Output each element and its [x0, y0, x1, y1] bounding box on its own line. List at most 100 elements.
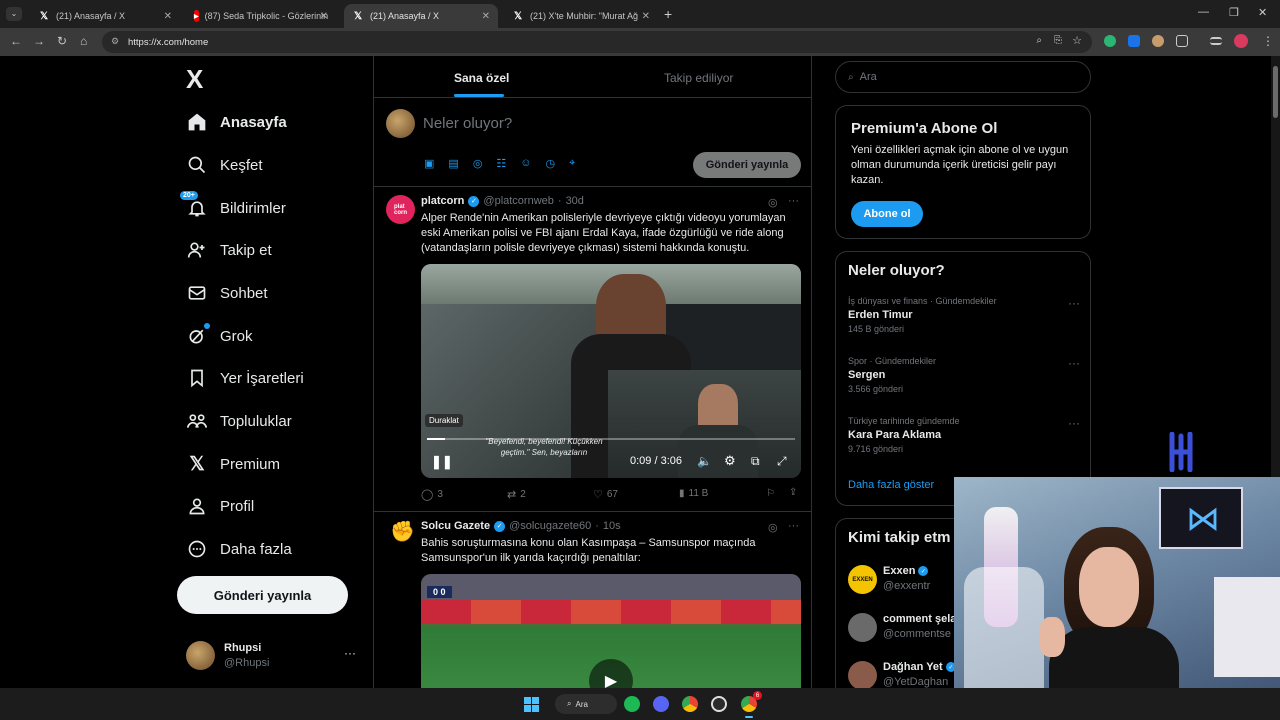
new-tab-icon[interactable]: + — [664, 6, 672, 22]
share-icon[interactable]: ⇪ — [789, 487, 797, 498]
like-button[interactable]: ♡ 67 — [593, 488, 618, 501]
taskbar-search[interactable]: ⌕ Ara — [555, 694, 617, 714]
grok-icon[interactable]: ◎ — [768, 521, 778, 534]
zoom-icon[interactable]: ⌕ — [1036, 35, 1042, 46]
video-player[interactable]: Duraklat "Beyefendi, beyefendi! Küçükken… — [421, 264, 801, 478]
spotify-icon[interactable] — [624, 696, 640, 712]
nav-item-grok[interactable]: Grok — [186, 321, 253, 351]
location-icon[interactable]: ⌖ — [569, 157, 575, 170]
nav-item-bookmarks[interactable]: Yer İşaretleri — [186, 363, 304, 393]
subscribe-button[interactable]: Abone ol — [851, 201, 923, 227]
nav-item-more[interactable]: Daha fazla — [186, 534, 292, 564]
tweet-author[interactable]: platcorn — [421, 195, 464, 207]
views-button[interactable]: ▮ 11 B — [679, 488, 708, 499]
minimize-icon[interactable]: — — [1198, 6, 1209, 18]
trend-item[interactable]: Türkiye tarihinde gündemde Kara Para Akl… — [848, 416, 1080, 462]
discord-icon[interactable] — [653, 696, 669, 712]
more-options-icon[interactable]: ··· — [1068, 356, 1080, 370]
video-progress-track[interactable] — [427, 438, 795, 440]
grok-icon[interactable]: ◎ — [473, 157, 483, 170]
bookmark-icon[interactable]: ⚐ — [766, 488, 775, 499]
grok-icon[interactable]: ◎ — [768, 196, 778, 209]
menu-icon[interactable]: ⋮ — [1262, 34, 1274, 48]
more-options-icon[interactable]: ··· — [788, 195, 799, 207]
show-more-link[interactable]: Daha fazla göster — [848, 479, 934, 491]
tab-for-you[interactable]: Sana özel — [454, 71, 509, 85]
media-icon[interactable] — [1210, 37, 1222, 45]
trend-item[interactable]: İş dünyası ve finans · Gündemdekiler Erd… — [848, 296, 1080, 342]
close-tab-icon[interactable]: ✕ — [642, 11, 650, 22]
tweet-time[interactable]: 30d — [566, 195, 584, 207]
tweet[interactable]: ✊ Solcu Gazete ✓ @solcugazete60 · 10s ◎ … — [374, 513, 811, 688]
browser-tab[interactable]: 𝕏 (21) Anasayfa / X ✕ — [30, 4, 180, 28]
translate-icon[interactable] — [1128, 35, 1140, 47]
nav-item-notifications[interactable]: 20+ Bildirimler — [180, 191, 286, 223]
mute-icon[interactable]: 🔈 — [697, 454, 712, 468]
schedule-icon[interactable]: ◷ — [546, 157, 556, 170]
star-icon[interactable]: ☆ — [1072, 34, 1082, 47]
settings-icon[interactable]: ⚙ — [724, 453, 736, 469]
search-input[interactable]: ⌕ Ara — [835, 61, 1091, 93]
back-icon[interactable]: ← — [10, 34, 22, 48]
pip-icon[interactable]: ⧉ — [751, 454, 760, 469]
chrome-icon[interactable] — [682, 696, 698, 712]
obs-icon[interactable] — [711, 696, 727, 712]
reply-button[interactable]: ◯ 3 — [421, 488, 443, 501]
gif-icon[interactable]: ▤ — [448, 157, 458, 170]
browser-tab-active[interactable]: 𝕏 (21) Anasayfa / X ✕ — [344, 4, 498, 28]
repost-button[interactable]: ⇄ 2 — [507, 488, 526, 501]
forward-icon[interactable]: → — [33, 34, 45, 48]
tab-following[interactable]: Takip ediliyor — [664, 71, 733, 85]
more-options-icon[interactable]: ··· — [1068, 296, 1080, 310]
scrollbar-thumb[interactable] — [1273, 66, 1278, 118]
fullscreen-icon[interactable]: ⤢ — [777, 454, 787, 469]
tweet-handle[interactable]: @platcornweb — [483, 195, 553, 207]
x-icon: 𝕏 — [353, 10, 363, 22]
close-tab-icon[interactable]: ✕ — [164, 11, 172, 22]
shield-icon[interactable] — [1104, 35, 1116, 47]
nav-item-home[interactable]: Anasayfa — [186, 107, 287, 137]
nav-item-explore[interactable]: Keşfet — [186, 150, 263, 180]
compose-input[interactable]: Neler oluyor? — [423, 115, 512, 132]
compose-post-button[interactable]: Gönderi yayınla — [693, 152, 801, 178]
nav-item-profile[interactable]: Profil — [186, 491, 254, 521]
chrome-icon[interactable]: 6 — [741, 691, 762, 712]
browser-tab[interactable]: ▶ (87) Seda Tripkolic - Gözlerinin ✕ — [186, 4, 336, 28]
pause-button[interactable]: ❚❚ — [431, 454, 453, 470]
video-player[interactable]: 0 0 ▶ — [421, 574, 801, 688]
play-button[interactable]: ▶ — [589, 659, 633, 688]
nav-item-communities[interactable]: Topluluklar — [186, 406, 292, 436]
reload-icon[interactable]: ↻ — [57, 34, 67, 48]
trend-item[interactable]: Spor · Gündemdekiler Sergen 3.566 gönder… — [848, 356, 1080, 402]
tweet[interactable]: plat corn platcorn ✓ @platcornweb · 30d ◎… — [374, 187, 811, 512]
more-options-icon[interactable]: ··· — [344, 646, 356, 660]
tweet-author[interactable]: Solcu Gazete — [421, 520, 490, 532]
nav-item-follow[interactable]: Takip et — [186, 235, 272, 265]
windows-start-icon[interactable] — [524, 697, 539, 712]
more-options-icon[interactable]: ··· — [788, 520, 799, 532]
close-tab-icon[interactable]: ✕ — [482, 11, 490, 22]
nav-item-premium[interactable]: 𝕏 Premium — [186, 449, 280, 479]
puzzle-icon[interactable] — [1176, 35, 1188, 47]
nav-item-messages[interactable]: Sohbet — [186, 278, 268, 308]
tab-list-icon[interactable]: ⌄ — [6, 7, 22, 21]
tweet-time[interactable]: 10s — [603, 520, 621, 532]
x-logo[interactable]: X — [186, 66, 203, 92]
poll-icon[interactable]: ☷ — [496, 157, 506, 170]
emoji-icon[interactable]: ☺ — [520, 157, 531, 170]
avatar[interactable] — [1234, 34, 1248, 48]
close-window-icon[interactable]: ✕ — [1258, 6, 1267, 19]
site-info-icon[interactable]: ⚙ — [111, 36, 119, 47]
extension-icon[interactable] — [1152, 35, 1164, 47]
post-button[interactable]: Gönderi yayınla — [177, 576, 348, 614]
browser-tab[interactable]: 𝕏 (21) X'te Muhbir: "Murat Ağ ✕ — [504, 4, 658, 28]
image-icon[interactable]: ▣ — [424, 157, 434, 170]
account-switcher[interactable]: Rhupsi @Rhupsi ··· — [186, 640, 358, 672]
url-input[interactable]: ⚙ https://x.com/home ⌕ ⎘ ☆ — [102, 31, 1092, 53]
home-icon[interactable]: ⌂ — [80, 34, 87, 48]
close-tab-icon[interactable]: ✕ — [320, 11, 328, 22]
tweet-handle[interactable]: @solcugazete60 — [509, 520, 591, 532]
install-icon[interactable]: ⎘ — [1054, 35, 1062, 46]
restore-icon[interactable]: ❐ — [1229, 6, 1239, 19]
more-options-icon[interactable]: ··· — [1068, 416, 1080, 430]
